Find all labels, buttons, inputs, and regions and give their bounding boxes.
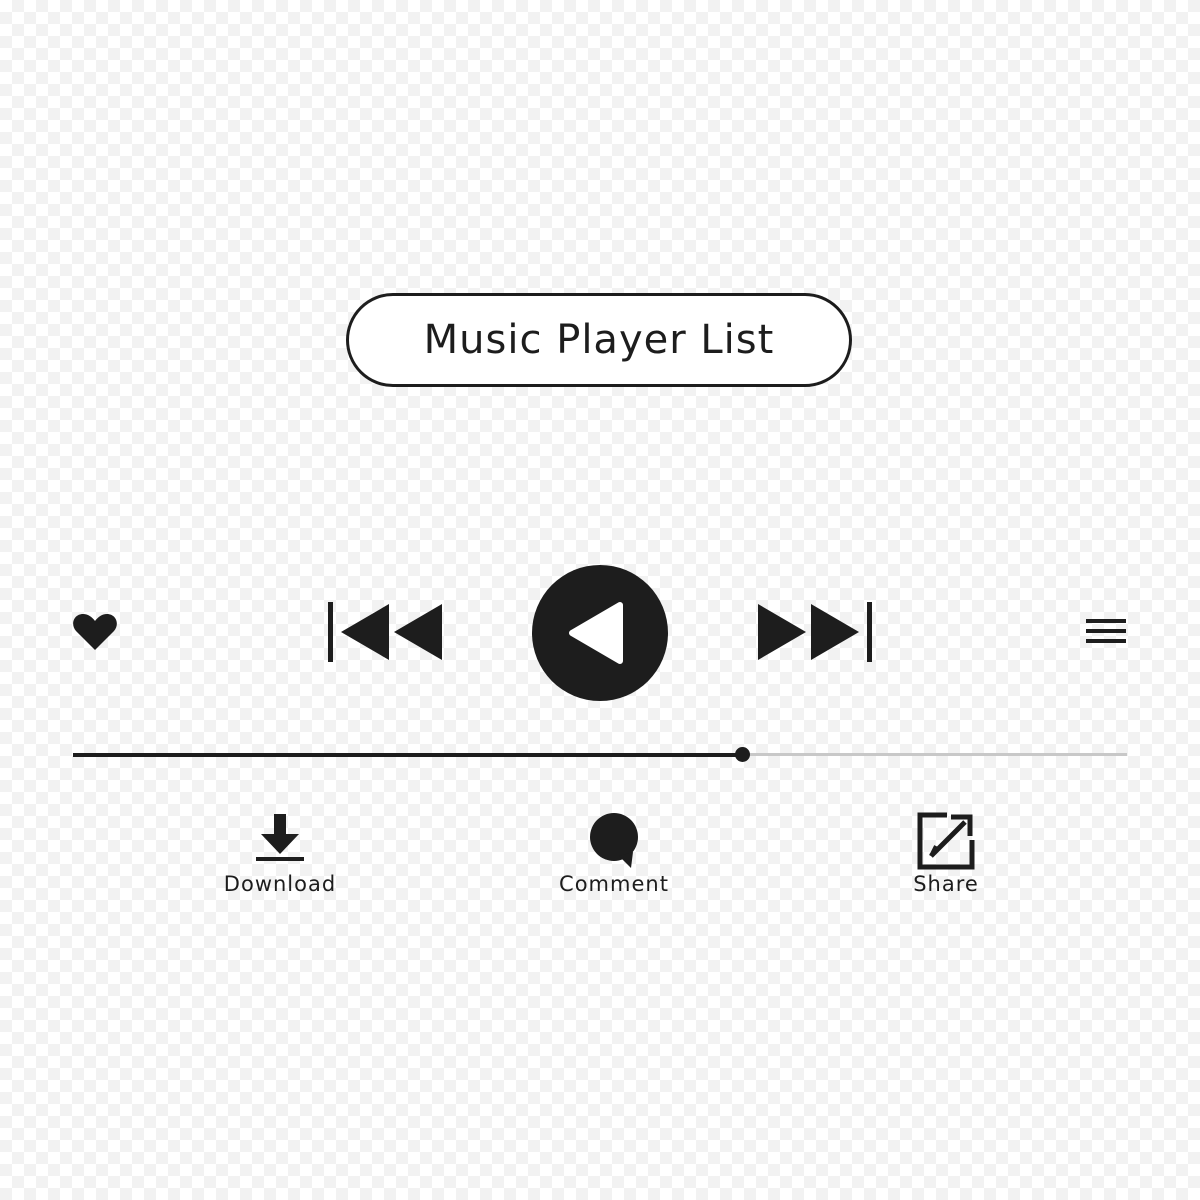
share-icon <box>917 812 975 870</box>
heart-icon[interactable] <box>72 612 118 652</box>
skip-next-icon[interactable] <box>754 600 874 664</box>
music-player-page: { "header": { "title": "Music Player Lis… <box>0 0 1200 1200</box>
share-label: Share <box>913 872 979 896</box>
play-button[interactable] <box>530 563 670 703</box>
download-button[interactable]: Download <box>180 812 380 912</box>
progress-fill <box>73 753 743 757</box>
playlist-title-button[interactable]: Music Player List <box>346 293 852 387</box>
hamburger-menu-icon[interactable] <box>1085 616 1127 646</box>
page-title: Music Player List <box>423 317 775 363</box>
download-label: Download <box>223 872 337 896</box>
progress-thumb[interactable] <box>735 747 751 762</box>
download-icon <box>256 814 304 861</box>
comment-label: Comment <box>559 872 669 896</box>
skip-previous-icon[interactable] <box>326 600 446 664</box>
share-button[interactable]: Share <box>846 812 1046 912</box>
comment-button[interactable]: Comment <box>514 812 714 912</box>
comment-icon <box>590 813 638 868</box>
progress-slider[interactable] <box>73 744 1127 764</box>
